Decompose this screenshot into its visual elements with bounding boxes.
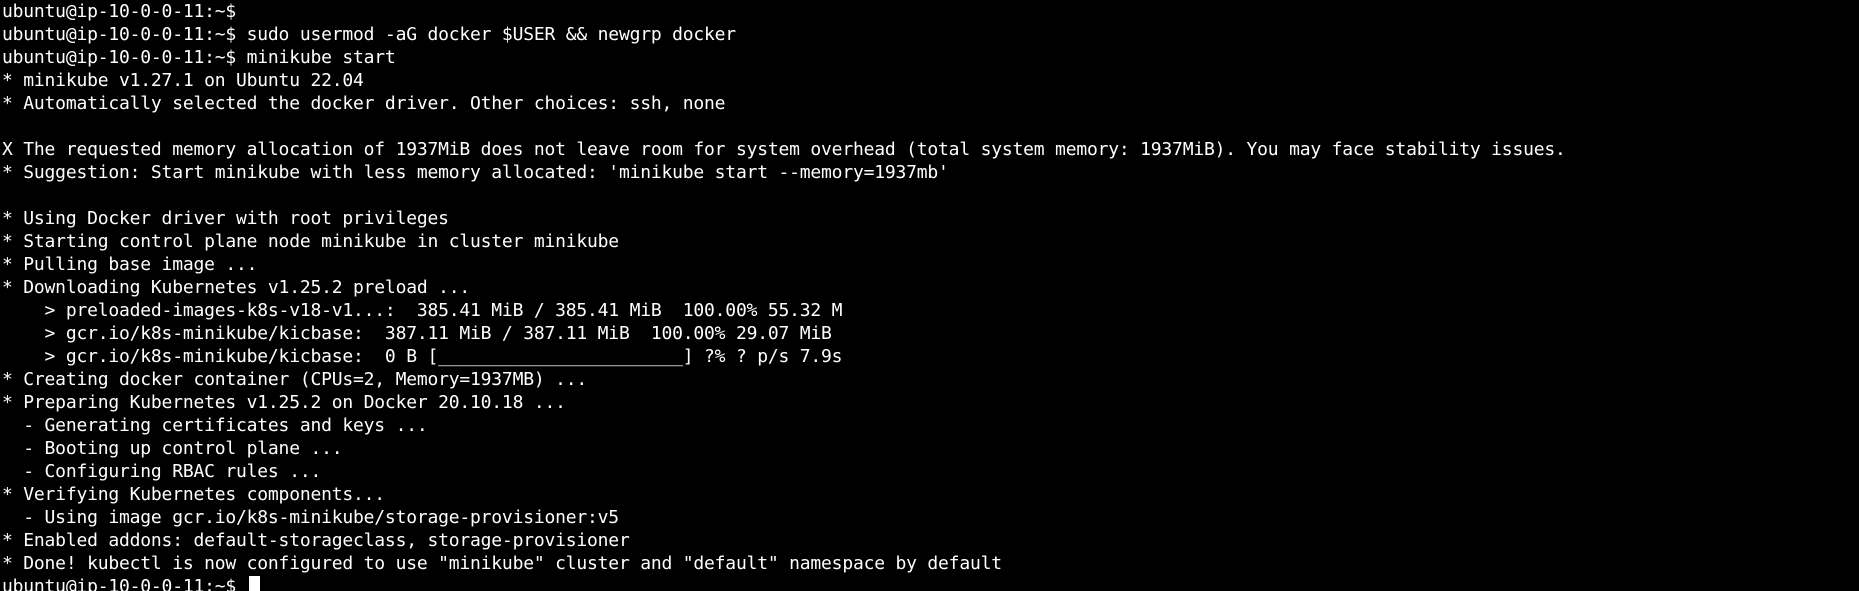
terminal-line: * Downloading Kubernetes v1.25.2 preload… xyxy=(2,277,471,298)
terminal-line: * minikube v1.27.1 on Ubuntu 22.04 xyxy=(2,70,364,91)
terminal-line: * Enabled addons: default-storageclass, … xyxy=(2,530,630,551)
terminal-line: * Verifying Kubernetes components... xyxy=(2,484,385,505)
terminal-line: X The requested memory allocation of 193… xyxy=(2,139,1566,160)
terminal-line: - Generating certificates and keys ... xyxy=(2,415,428,436)
terminal-line: * Pulling base image ... xyxy=(2,254,258,275)
terminal-line: * Starting control plane node minikube i… xyxy=(2,231,619,252)
terminal-line: > preloaded-images-k8s-v18-v1...: 385.41… xyxy=(2,300,843,321)
terminal-line: * Automatically selected the docker driv… xyxy=(2,93,726,114)
terminal-line: - Configuring RBAC rules ... xyxy=(2,461,322,482)
terminal-prompt-line[interactable]: ubuntu@ip-10-0-0-11:~$ xyxy=(2,575,1859,591)
terminal-line: > gcr.io/k8s-minikube/kicbase: 387.11 Mi… xyxy=(2,323,832,344)
terminal-line: * Preparing Kubernetes v1.25.2 on Docker… xyxy=(2,392,566,413)
terminal-line: - Using image gcr.io/k8s-minikube/storag… xyxy=(2,507,619,528)
terminal-line: > gcr.io/k8s-minikube/kicbase: 0 B [____… xyxy=(2,346,843,367)
text-cursor xyxy=(248,576,260,591)
terminal-line: - Booting up control plane ... xyxy=(2,438,343,459)
terminal-line: ubuntu@ip-10-0-0-11:~$ xyxy=(2,1,237,22)
terminal-line: * Suggestion: Start minikube with less m… xyxy=(2,162,949,183)
terminal-prompt: ubuntu@ip-10-0-0-11:~$ xyxy=(2,576,237,591)
terminal-line: * Done! kubectl is now configured to use… xyxy=(2,553,1002,574)
terminal-line: * Creating docker container (CPUs=2, Mem… xyxy=(2,369,588,390)
terminal-line: ubuntu@ip-10-0-0-11:~$ sudo usermod -aG … xyxy=(2,24,736,45)
terminal-line: ubuntu@ip-10-0-0-11:~$ minikube start xyxy=(2,47,396,68)
terminal-window[interactable]: ubuntu@ip-10-0-0-11:~$ ubuntu@ip-10-0-0-… xyxy=(0,0,1859,591)
terminal-line: * Using Docker driver with root privileg… xyxy=(2,208,449,229)
